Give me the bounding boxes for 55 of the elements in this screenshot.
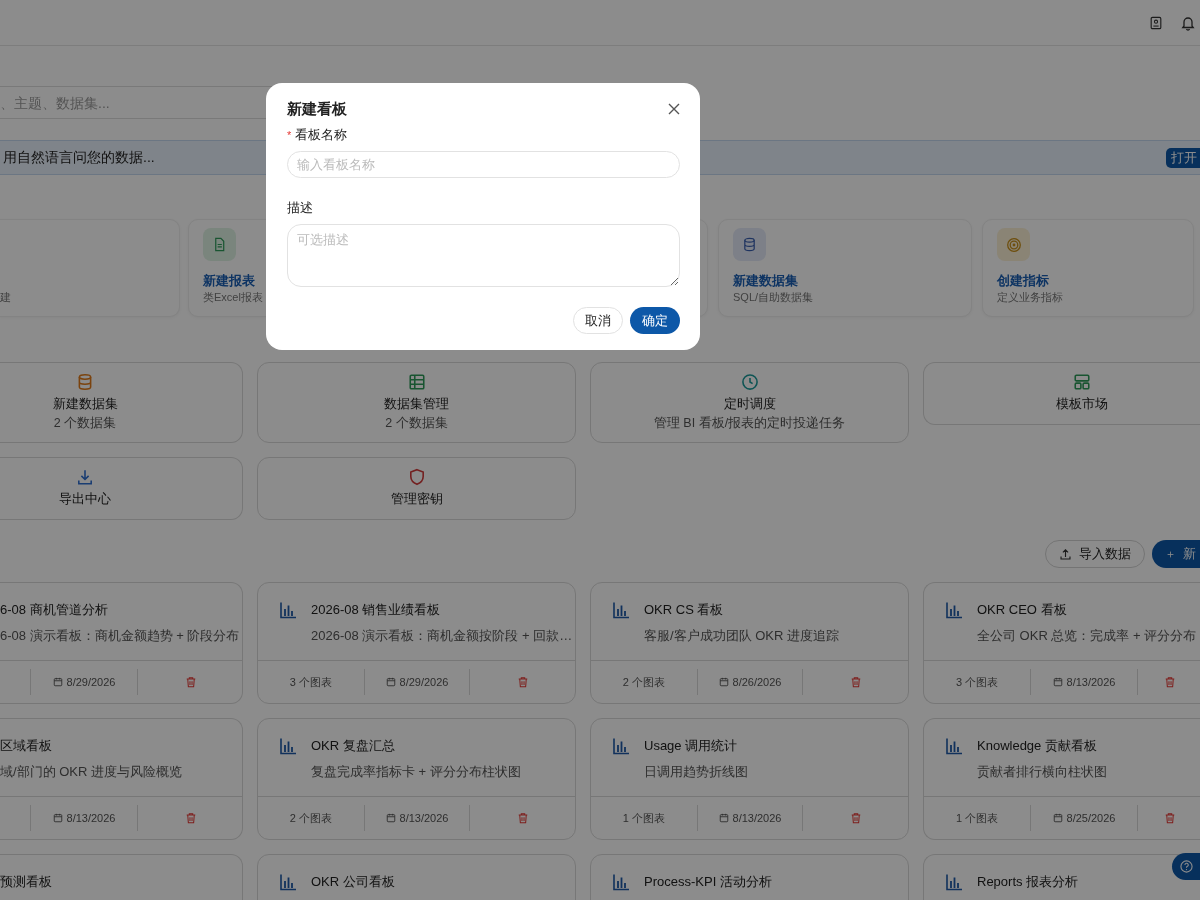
create-card-title: 新建数据集 bbox=[733, 272, 799, 290]
tool-title: 模板市场 bbox=[1056, 395, 1108, 413]
ai-query-placeholder: 用自然语言问您的数据... bbox=[3, 148, 155, 167]
board-date: 8/29/2026 bbox=[399, 676, 449, 688]
board-title: Usage 调用统计 bbox=[644, 737, 738, 755]
board-date: 8/13/2026 bbox=[399, 812, 449, 824]
board-title: 2026-08 销售业绩看板 bbox=[311, 601, 441, 619]
board-date: 8/13/2026 bbox=[1066, 676, 1116, 688]
tool-subtitle: 2 个数据集 bbox=[53, 415, 117, 432]
tool-subtitle: 2 个数据集 bbox=[385, 415, 448, 432]
board-date: 8/13/2026 bbox=[66, 812, 116, 824]
board-description: 复盘完成率指标卡 + 评分分布柱状图 bbox=[310, 763, 522, 781]
tool-title: 导出中心 bbox=[59, 490, 111, 508]
chart-count: 2 个图表 bbox=[289, 810, 332, 826]
board-title: 预测看板 bbox=[0, 873, 52, 891]
create-card-title: 创建指标 bbox=[997, 272, 1050, 290]
board-title: Knowledge 贡献看板 bbox=[977, 737, 1097, 755]
board-description: 2026-08 演示看板：商机金额按阶段 + 回款… bbox=[310, 627, 574, 645]
create-card-subtitle: 建 bbox=[0, 290, 12, 305]
board-title: Reports 报表分析 bbox=[977, 873, 1079, 891]
board-date: 8/29/2026 bbox=[66, 676, 116, 688]
chart-count: 1 个图表 bbox=[955, 810, 999, 826]
tool-subtitle: 管理 BI 看板/报表的定时投递任务 bbox=[653, 415, 846, 432]
chart-count: 3 个图表 bbox=[955, 674, 999, 690]
board-title: Process-KPI 活动分析 bbox=[644, 873, 772, 891]
tool-title: 数据集管理 bbox=[384, 395, 449, 413]
board-title: 6-08 商机管道分析 bbox=[0, 601, 108, 619]
board-description: 域/部门的 OKR 进度与风险概览 bbox=[0, 763, 183, 781]
board-title: OKR CS 看板 bbox=[644, 601, 724, 619]
field-label: 看板名称 bbox=[295, 126, 348, 144]
board-description: 全公司 OKR 总览：完成率 + 评分分布 bbox=[976, 627, 1198, 645]
board-title: OKR 复盘汇总 bbox=[311, 737, 395, 755]
board-description: 客服/客户成功团队 OKR 进度追踪 bbox=[643, 627, 840, 645]
create-card-title: 新建报表 bbox=[203, 272, 256, 290]
chart-count: 1 个图表 bbox=[622, 810, 665, 826]
board-title: OKR 公司看板 bbox=[311, 873, 395, 891]
required-mark: * bbox=[287, 129, 292, 141]
board-date: 8/13/2026 bbox=[732, 812, 782, 824]
tool-title: 新建数据集 bbox=[52, 395, 118, 413]
chart-count: 2 个图表 bbox=[622, 674, 665, 690]
board-title: 区域看板 bbox=[0, 737, 52, 755]
board-description: 日调用趋势折线图 bbox=[643, 763, 749, 781]
create-card-subtitle: SQL/自助数据集 bbox=[733, 290, 815, 305]
create-card-subtitle: 定义业务指标 bbox=[997, 290, 1064, 305]
board-description: 6-08 演示看板：商机金额趋势 + 阶段分布 bbox=[0, 627, 241, 645]
tool-title: 定时调度 bbox=[723, 395, 776, 413]
tool-title: 管理密钥 bbox=[390, 490, 443, 508]
board-title: OKR CEO 看板 bbox=[977, 601, 1067, 619]
create-card-subtitle: 类Excel报表 bbox=[203, 290, 264, 305]
field-label: 描述 bbox=[287, 200, 313, 215]
dialog-title: 新建看板 bbox=[287, 99, 347, 119]
board-date: 8/25/2026 bbox=[1066, 812, 1116, 824]
board-description: 贡献者排行横向柱状图 bbox=[976, 763, 1108, 781]
board-date: 8/26/2026 bbox=[732, 676, 782, 688]
chart-count: 3 个图表 bbox=[289, 674, 332, 690]
